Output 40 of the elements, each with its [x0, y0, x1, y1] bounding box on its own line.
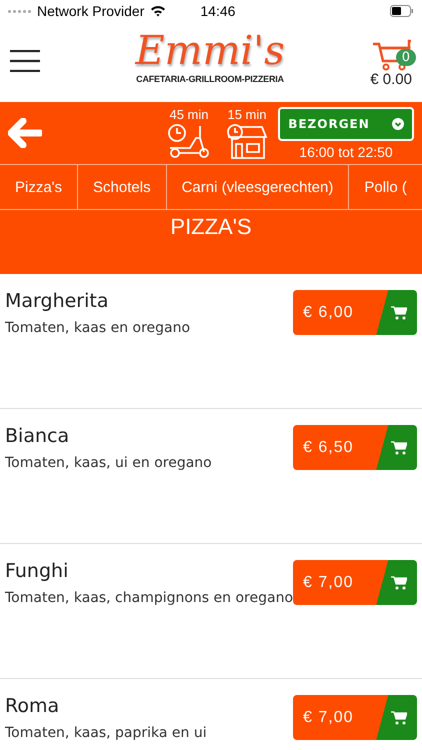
back-arrow-icon[interactable]: [8, 118, 42, 148]
signal-icon: [8, 10, 31, 12]
logo-subtitle: CAFETARIA-GRILLROOM-PIZZERIA: [136, 74, 284, 84]
scooter-icon: [166, 122, 212, 160]
cart-icon[interactable]: [371, 38, 412, 70]
product-description: Tomaten, kaas, paprika en ui: [5, 725, 207, 741]
menu-icon[interactable]: [10, 50, 40, 72]
chevron-icon: [392, 118, 404, 130]
cart-total: € 0.00: [370, 70, 412, 88]
category-tab[interactable]: Carni (vleesgerechten): [166, 165, 350, 209]
section-title: PIZZA'S: [170, 214, 252, 241]
delivery-time: 45 min: [169, 106, 209, 122]
delivery-mode-dropdown[interactable]: BEZORGEN: [278, 106, 414, 140]
shop-icon: [226, 122, 268, 160]
product-name: Margherita: [5, 290, 110, 312]
product-name: Roma: [5, 695, 60, 717]
opening-hours: 16:00 tot 22:50: [299, 144, 393, 160]
cart-icon: [391, 710, 407, 724]
product-description: Tomaten, kaas en oregano: [5, 320, 190, 336]
category-tab[interactable]: Schotels: [78, 165, 167, 209]
category-tab[interactable]: Pizza's: [0, 165, 78, 209]
product-description: Tomaten, kaas, ui en oregano: [5, 455, 212, 471]
wifi-icon: [150, 5, 166, 17]
battery-icon: [390, 5, 414, 17]
add-to-cart-button[interactable]: € 7,00: [293, 560, 417, 605]
product-description: Tomaten, kaas, champignons en oregano: [5, 590, 294, 606]
product-name: Funghi: [5, 560, 70, 582]
add-to-cart-button[interactable]: € 7,00: [293, 695, 417, 740]
cart-icon: [391, 306, 407, 320]
product-name: Bianca: [5, 425, 70, 447]
carrier-name: Network Provider: [37, 3, 144, 19]
add-to-cart-button[interactable]: € 6,00: [293, 290, 417, 335]
category-tab[interactable]: Pollo (: [349, 165, 422, 209]
cart-icon: [391, 440, 407, 454]
status-time: 14:46: [200, 3, 236, 19]
cart-icon: [391, 576, 407, 590]
pickup-time: 15 min: [227, 106, 267, 122]
logo-title: Emmi's: [135, 28, 285, 74]
cart-count-badge: 0: [396, 48, 416, 66]
add-to-cart-button[interactable]: € 6,50: [293, 425, 417, 470]
